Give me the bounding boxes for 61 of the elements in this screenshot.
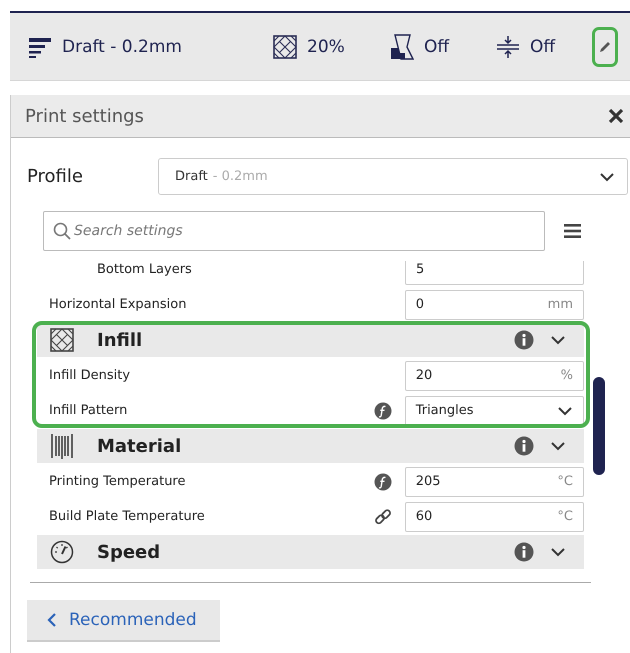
field-value: 5 <box>416 262 424 277</box>
adhesion-icon <box>496 34 520 58</box>
unit-label: °C <box>557 509 573 524</box>
recommended-button[interactable]: Recommended <box>27 600 220 642</box>
info-icon <box>514 330 534 350</box>
scrollbar-thumb[interactable] <box>593 377 605 475</box>
search-field[interactable]: Search settings <box>43 211 545 251</box>
setting-field[interactable]: 20 % <box>404 360 584 390</box>
close-button[interactable] <box>607 107 625 125</box>
infill-icon <box>50 328 74 352</box>
unit-label: °C <box>557 474 573 489</box>
setting-label: Build Plate Temperature <box>48 509 206 524</box>
setting-summary: Off <box>424 36 450 56</box>
unit-label: mm <box>548 297 573 312</box>
chevron-down-icon <box>557 406 573 416</box>
setting-summary: 20% <box>307 36 345 56</box>
link-icon <box>374 508 392 526</box>
section-header[interactable]: Infill <box>37 323 584 357</box>
barcode-icon <box>50 433 74 459</box>
setting-summary: Draft - 0.2mm <box>62 36 182 56</box>
setting-label: Bottom Layers <box>96 262 193 277</box>
setting-dropdown[interactable]: Triangles <box>404 396 584 426</box>
info-icon <box>514 436 534 456</box>
layer-height: - 0.2mm <box>212 169 268 184</box>
search-icon <box>53 222 71 240</box>
profile-label: Profile <box>27 166 84 187</box>
setting-field[interactable]: 5 <box>405 261 584 284</box>
profile-name: Draft <box>175 169 208 184</box>
section-header[interactable]: Material <box>37 429 584 463</box>
profile-dropdown[interactable]: Draft - 0.2mm <box>158 158 628 195</box>
setting-label: Printing Temperature <box>48 474 186 489</box>
setting-field[interactable]: 0 mm <box>404 290 584 320</box>
section-header[interactable]: Speed <box>37 535 584 569</box>
close-icon <box>608 108 624 124</box>
setting-label: Horizontal Expansion <box>48 297 188 312</box>
section-title: Material <box>97 436 182 456</box>
setting-field[interactable]: 205 °C <box>404 466 584 496</box>
field-value: 205 <box>416 474 441 489</box>
section-title: Speed <box>97 542 160 562</box>
menu-button[interactable] <box>564 224 581 238</box>
setting-label: Infill Pattern <box>48 403 128 418</box>
gauge-icon <box>50 540 74 564</box>
unit-label: % <box>560 368 573 383</box>
setting-field[interactable]: 60 °C <box>404 502 584 532</box>
function-icon <box>374 472 392 490</box>
chevron-down-icon <box>599 172 615 182</box>
section-title: Infill <box>97 330 142 350</box>
chevron-left-icon <box>47 612 57 628</box>
field-value: 0 <box>416 297 424 312</box>
pencil-icon <box>598 40 612 54</box>
field-value: 60 <box>416 509 432 524</box>
panel-title: Print settings <box>25 106 144 126</box>
infill-icon <box>273 34 297 58</box>
menu-icon <box>564 224 581 238</box>
edit-button[interactable] <box>592 26 618 66</box>
field-value: 20 <box>416 368 432 383</box>
setting-summary: Off <box>530 36 556 56</box>
support-icon <box>390 34 414 60</box>
info-icon <box>514 542 534 562</box>
setting-label: Infill Density <box>48 368 132 383</box>
function-icon <box>374 402 392 420</box>
